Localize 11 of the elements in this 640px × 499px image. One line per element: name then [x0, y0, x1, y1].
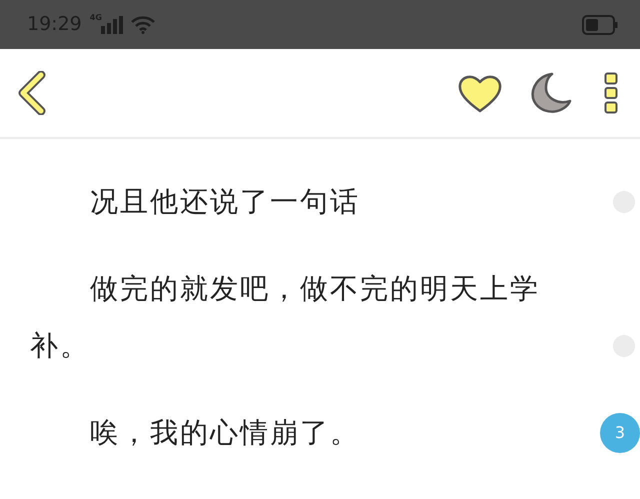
battery-icon — [582, 14, 618, 34]
paragraph: 唉，我的心情崩了。 — [89, 415, 361, 451]
more-icon[interactable] — [604, 72, 618, 114]
comment-count[interactable]: 3 — [600, 413, 640, 453]
moon-icon[interactable] — [530, 72, 572, 114]
paragraph: 况且他还说了一句话 — [89, 184, 361, 220]
paragraph: 做完的就发吧，做不完的明天上学补。 — [30, 271, 541, 364]
signal-icon — [100, 16, 123, 34]
wifi-icon — [130, 16, 155, 34]
heart-icon[interactable] — [458, 73, 502, 113]
back-icon[interactable] — [17, 71, 47, 115]
